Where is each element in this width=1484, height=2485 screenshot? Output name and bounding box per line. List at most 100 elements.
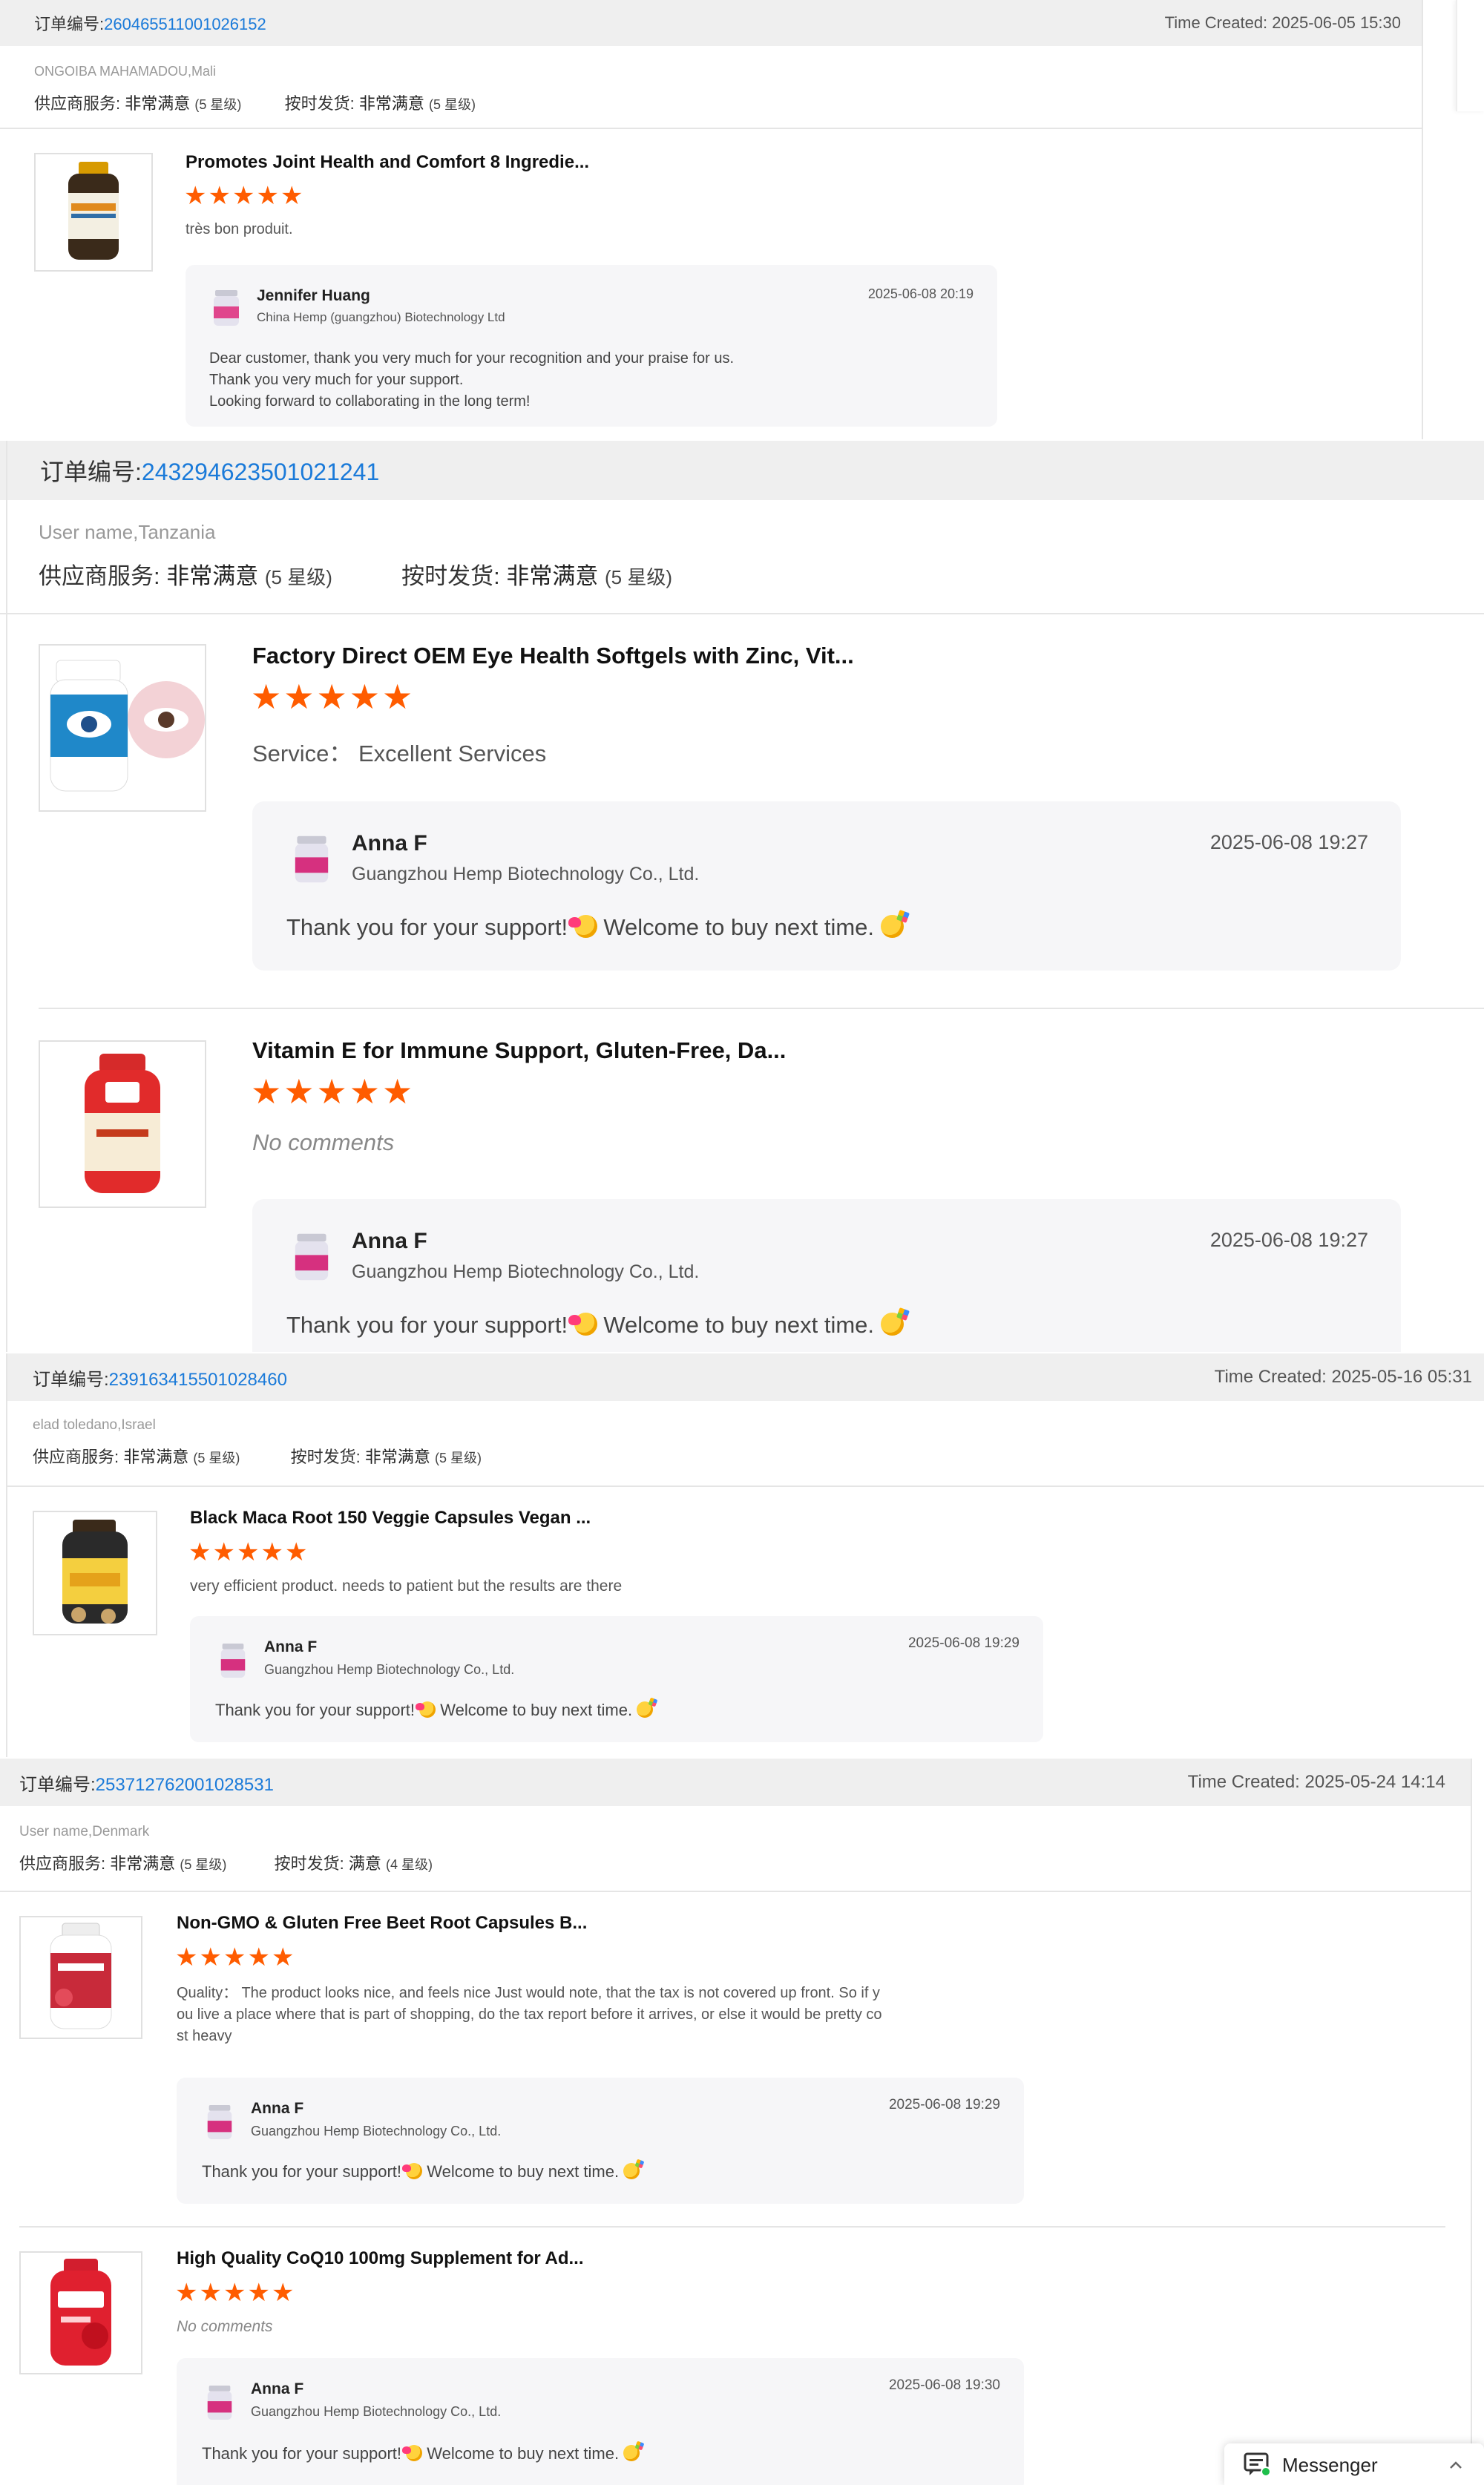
reply-company: Guangzhou Hemp Biotechnology Co., Ltd. <box>251 2404 502 2419</box>
review-line: Quality： The product looks nice, and fee… <box>177 1985 880 2001</box>
order-number-link[interactable]: 260465511001026152 <box>104 15 266 33</box>
reply-message: Thank you for your support! Welcome to b… <box>286 1312 904 1339</box>
reply-text: Welcome to buy next time. <box>436 1701 637 1719</box>
order-ratings: 供应商服务: 非常满意 (5 星级) 按时发货: 非常满意 (5 星级) <box>34 91 476 114</box>
bottle-image <box>50 2259 111 2366</box>
order-ratings: 供应商服务: 非常满意 (5 星级) 按时发货: 满意 (4 星级) <box>19 1851 433 1874</box>
chevron-up-icon[interactable] <box>1448 2460 1463 2470</box>
reply-text: Thank you for your support! <box>286 914 574 940</box>
reply-message: Thank you for your support! Welcome to b… <box>286 914 904 941</box>
card-border <box>6 1353 7 1757</box>
product-thumbnail[interactable] <box>39 1040 206 1208</box>
star-icon: ★ <box>223 2279 248 2307</box>
product-thumbnail[interactable] <box>34 153 153 272</box>
product-title-link[interactable]: Promotes Joint Health and Comfort 8 Ingr… <box>186 152 589 173</box>
product-title-link[interactable]: Non-GMO & Gluten Free Beet Root Capsules… <box>177 1913 587 1934</box>
order-number-link[interactable]: 243294623501021241 <box>142 459 379 485</box>
order-card: 订单编号:243294623501021241 User name,Tanzan… <box>0 441 1484 1352</box>
heart-face-emoji-icon <box>568 1312 597 1336</box>
heart-face-emoji-icon <box>415 1701 436 1718</box>
reply-author-name: Jennifer Huang <box>257 287 370 304</box>
messenger-widget[interactable]: Messenger <box>1224 2443 1484 2485</box>
supplier-service-label: 供应商服务: <box>33 1448 119 1466</box>
star-icon: ★ <box>251 677 284 716</box>
reply-date: 2025-06-08 20:19 <box>867 286 974 301</box>
star-icon: ★ <box>236 1538 261 1566</box>
chat-bubble-icon <box>1244 2452 1271 2477</box>
review-item: Vitamin E for Immune Support, Gluten-Fre… <box>0 1009 1484 1352</box>
product-thumbnail[interactable] <box>19 2251 142 2374</box>
order-header: 订单编号:239163415501028460 Time Created: 20… <box>6 1353 1484 1401</box>
star-icon: ★ <box>175 2279 200 2307</box>
shipping-value: 非常满意 <box>358 94 424 113</box>
star-icon: ★ <box>271 1943 296 1972</box>
bottle-image <box>85 1054 160 1193</box>
supplier-avatar <box>207 2386 232 2420</box>
time-created-value: 2025-06-05 15:30 <box>1272 13 1401 32</box>
reply-text: Welcome to buy next time. <box>597 1312 881 1338</box>
product-thumbnail[interactable] <box>33 1511 157 1635</box>
reply-company: Guangzhou Hemp Biotechnology Co., Ltd. <box>251 2124 502 2138</box>
star-icon: ★ <box>284 1538 309 1566</box>
buyer-name: ONGOIBA MAHAMADOU,Mali <box>34 64 217 79</box>
star-icon: ★ <box>316 677 349 716</box>
star-icon: ★ <box>199 1943 223 1972</box>
order-card: 订单编号:239163415501028460 Time Created: 20… <box>6 1353 1484 1757</box>
order-number-label: 订单编号: <box>34 15 105 33</box>
reply-date: 2025-06-08 19:27 <box>1209 1229 1368 1251</box>
shipping-label: 按时发货: <box>274 1854 344 1873</box>
reply-author-name: Anna F <box>264 1638 318 1655</box>
reply-date: 2025-06-08 19:29 <box>907 1635 1020 1651</box>
reply-line: Thank you very much for your support. <box>209 372 464 388</box>
supplier-service-label: 供应商服务: <box>19 1854 106 1873</box>
star-rating: ★★★★★ <box>175 1943 295 1972</box>
party-face-emoji-icon <box>623 2444 640 2461</box>
review-item: Factory Direct OEM Eye Health Softgels w… <box>0 613 1484 1006</box>
supplier-reply: Anna F Guangzhou Hemp Biotechnology Co.,… <box>252 1199 1401 1352</box>
product-title-link[interactable]: Factory Direct OEM Eye Health Softgels w… <box>252 643 854 669</box>
party-face-emoji-icon <box>623 2162 640 2179</box>
supplier-avatar <box>295 1233 329 1281</box>
order-time-created: Time Created: 2025-06-05 15:30 <box>1165 13 1401 33</box>
shipping-level: (5 星级) <box>435 1451 482 1465</box>
supplier-service-level: (5 星级) <box>193 1451 240 1465</box>
supplier-service-level: (5 星级) <box>180 1857 227 1872</box>
star-rating: ★★★★★ <box>251 677 415 717</box>
star-icon: ★ <box>208 182 232 210</box>
messenger-label: Messenger <box>1282 2454 1378 2476</box>
order-header: 订单编号:260465511001026152 Time Created: 20… <box>0 0 1423 46</box>
order-number-label: 订单编号: <box>40 459 142 485</box>
supplier-avatar <box>295 836 329 883</box>
order-number-group: 订单编号:239163415501028460 <box>33 1365 287 1391</box>
reply-company: Guangzhou Hemp Biotechnology Co., Ltd. <box>352 1261 700 1282</box>
star-icon: ★ <box>199 2279 223 2307</box>
review-text: Service： Excellent Services <box>252 741 547 766</box>
review-item: Promotes Joint Health and Comfort 8 Ingr… <box>0 128 1423 439</box>
party-face-emoji-icon <box>880 914 904 938</box>
order-ratings: 供应商服务: 非常满意 (5 星级) 按时发货: 非常满意 (5 星级) <box>39 557 672 591</box>
product-title-link[interactable]: Black Maca Root 150 Veggie Capsules Vega… <box>190 1508 591 1529</box>
star-icon: ★ <box>184 182 209 210</box>
star-icon: ★ <box>283 1072 317 1111</box>
order-header: 订单编号:253712762001028531 Time Created: 20… <box>0 1759 1472 1806</box>
supplier-service-value: 非常满意 <box>166 563 259 589</box>
star-icon: ★ <box>232 182 257 210</box>
reply-text: Thank you for your support! <box>202 2162 407 2181</box>
order-number-link[interactable]: 253712762001028531 <box>96 1775 274 1795</box>
supplier-service-label: 供应商服务: <box>34 94 121 113</box>
shipping-value: 非常满意 <box>364 1448 430 1466</box>
order-number-link[interactable]: 239163415501028460 <box>109 1370 287 1390</box>
order-card: 订单编号:260465511001026152 Time Created: 20… <box>0 0 1423 439</box>
review-line: st heavy <box>177 2028 232 2044</box>
bottle-image <box>62 1520 128 1624</box>
product-thumbnail[interactable] <box>39 644 206 812</box>
bottle-image <box>50 1923 112 2029</box>
star-icon: ★ <box>247 1943 272 1972</box>
review-text: Quality： The product looks nice, and fee… <box>177 1983 882 2047</box>
product-title-link[interactable]: High Quality CoQ10 100mg Supplement for … <box>177 2248 584 2269</box>
supplier-reply: Anna F Guangzhou Hemp Biotechnology Co.,… <box>177 2358 1024 2485</box>
bottle-image <box>68 162 119 260</box>
product-title-link[interactable]: Vitamin E for Immune Support, Gluten-Fre… <box>252 1037 786 1064</box>
product-thumbnail[interactable] <box>19 1916 142 2039</box>
heart-face-emoji-icon <box>401 2162 423 2179</box>
